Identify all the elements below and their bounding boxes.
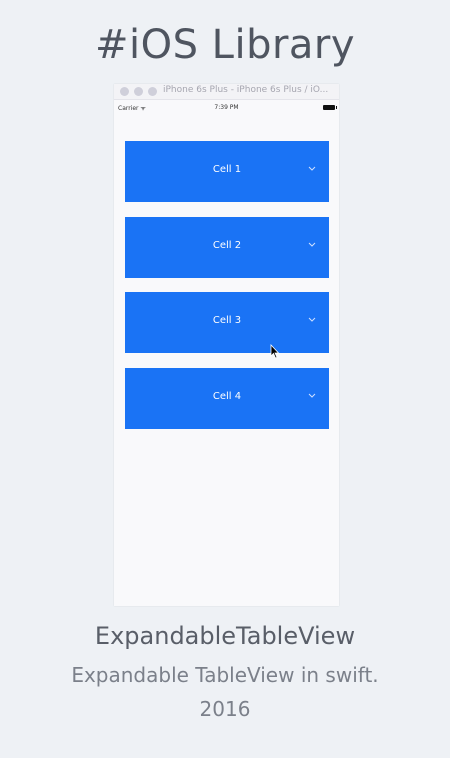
chevron-down-icon[interactable] [308,242,316,248]
cell-label: Cell 1 [212,164,242,175]
zoom-window-button[interactable] [148,87,157,96]
table-cell[interactable]: Cell 4 [125,368,329,429]
chevron-down-icon[interactable] [308,166,316,172]
chevron-down-icon[interactable] [308,393,316,399]
status-time: 7:39 PM [214,104,239,111]
ios-status-bar: Carrier ᯤ 7:39 PM [114,103,339,113]
library-description: Expandable TableView in swift. [71,663,379,687]
table-cell[interactable]: Cell 1 [125,141,329,202]
simulator-title: iPhone 6s Plus - iPhone 6s Plus / iO... [163,85,329,95]
battery-icon [323,105,337,110]
cell-label: Cell 3 [212,315,242,326]
library-year: 2016 [199,697,251,721]
simulator-titlebar: iPhone 6s Plus - iPhone 6s Plus / iO... [114,84,339,100]
simulator-window: iPhone 6s Plus - iPhone 6s Plus / iO... … [114,84,339,606]
close-window-button[interactable] [120,87,129,96]
minimize-window-button[interactable] [134,87,143,96]
mouse-cursor-icon [270,344,280,359]
page-title: #iOS Library [94,22,356,68]
table-cell[interactable]: Cell 2 [125,217,329,278]
cell-label: Cell 2 [212,240,242,251]
cell-label: Cell 4 [212,391,242,402]
table-cell[interactable]: Cell 3 [125,292,329,353]
library-name: ExpandableTableView [94,622,356,650]
chevron-down-icon[interactable] [308,317,316,323]
